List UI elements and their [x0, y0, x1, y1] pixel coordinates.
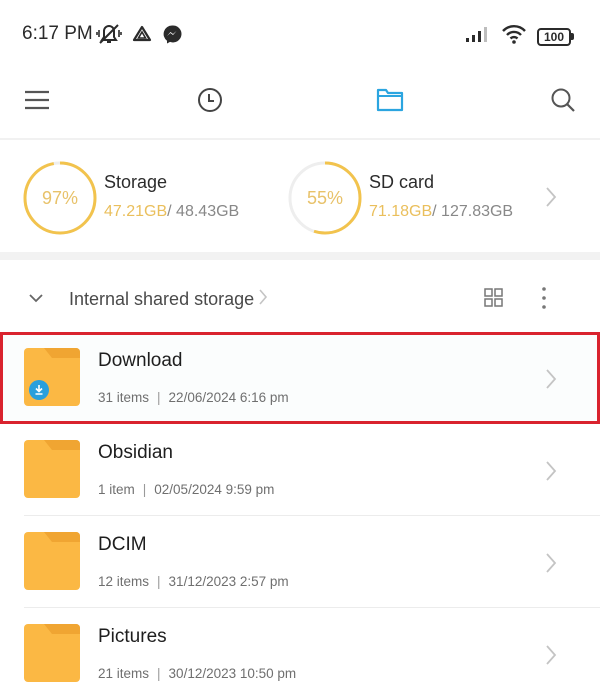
- sd-card-storage-card[interactable]: 55% SD card 71.18GB/ 127.83GB: [287, 160, 527, 236]
- section-divider: [0, 252, 600, 260]
- location-bar: Internal shared storage: [0, 260, 600, 332]
- battery-icon: 100: [537, 27, 574, 46]
- folder-name: Obsidian: [98, 442, 173, 463]
- sd-card-title: SD card: [369, 172, 435, 192]
- chevron-right-icon: [545, 644, 557, 671]
- grid-view-icon[interactable]: [480, 284, 508, 312]
- drive-icon: [132, 24, 152, 49]
- menu-button[interactable]: [17, 82, 57, 122]
- storage-total: / 48.43GB: [167, 203, 240, 220]
- folder-name: DCIM: [98, 534, 147, 555]
- breadcrumb-chevron-icon: [258, 287, 268, 312]
- chevron-right-icon: [545, 460, 557, 487]
- modified-date: 22/06/2024 6:16 pm: [168, 390, 289, 405]
- messenger-icon: [162, 24, 182, 49]
- more-options-icon[interactable]: [530, 284, 558, 312]
- folder-icon: [24, 624, 80, 682]
- file-list: Download 31 items | 22/06/2024 6:16 pm Obs…: [0, 332, 600, 699]
- item-count: 31 items: [98, 390, 150, 405]
- wifi-icon: [501, 24, 527, 49]
- folder-icon: [24, 532, 80, 590]
- battery-level: 100: [537, 27, 571, 46]
- status-bar: 6:17 PM 100: [0, 0, 600, 68]
- search-button[interactable]: [543, 82, 583, 122]
- breadcrumb-internal-storage[interactable]: Internal shared storage: [69, 289, 254, 310]
- folder-row-download[interactable]: Download 31 items | 22/06/2024 6:16 pm: [0, 332, 600, 424]
- vibrate-off-icon: [96, 22, 122, 51]
- chevron-right-icon: [545, 552, 557, 579]
- item-count: 1 item: [98, 482, 135, 497]
- storage-used: 47.21GB: [104, 203, 168, 220]
- storage-summary: 97% Storage 47.21GB/ 48.43GB 55% SD card…: [0, 142, 600, 252]
- collapse-chevron-down-icon[interactable]: [22, 284, 50, 312]
- sd-card-used: 71.18GB: [369, 203, 433, 220]
- folder-row-dcim[interactable]: DCIM 12 items | 31/12/2023 2:57 pm: [0, 516, 600, 608]
- search-icon: [550, 87, 576, 118]
- download-badge-icon: [29, 380, 49, 405]
- modified-date: 31/12/2023 2:57 pm: [168, 574, 289, 589]
- hamburger-menu-icon: [24, 89, 50, 116]
- folder-row-obsidian[interactable]: Obsidian 1 item | 02/05/2024 9:59 pm: [0, 424, 600, 516]
- files-tab-button[interactable]: [370, 82, 410, 122]
- item-count: 21 items: [98, 666, 150, 681]
- signal-icon: [465, 25, 491, 48]
- sd-card-percent: 55%: [306, 188, 344, 208]
- folder-name: Download: [98, 350, 183, 371]
- breadcrumb[interactable]: Internal shared storage: [69, 287, 268, 312]
- status-time: 6:17 PM: [22, 23, 93, 44]
- storage-percent: 97%: [41, 188, 79, 208]
- clock-icon: [197, 87, 223, 118]
- folder-icon: [376, 87, 404, 118]
- storage-title: Storage: [104, 172, 168, 192]
- modified-date: 02/05/2024 9:59 pm: [154, 482, 275, 497]
- storage-more-chevron-icon[interactable]: [545, 186, 557, 213]
- modified-date: 30/12/2023 10:50 pm: [168, 666, 297, 681]
- folder-icon: [24, 440, 80, 498]
- folder-name: Pictures: [98, 626, 167, 647]
- top-toolbar: [0, 68, 600, 140]
- folder-row-pictures[interactable]: Pictures 21 items | 30/12/2023 10:50 pm: [0, 608, 600, 699]
- item-count: 12 items: [98, 574, 150, 589]
- chevron-right-icon: [545, 368, 557, 395]
- recent-button[interactable]: [190, 82, 230, 122]
- internal-storage-card[interactable]: 97% Storage 47.21GB/ 48.43GB: [22, 160, 282, 236]
- sd-card-total: / 127.83GB: [432, 203, 514, 220]
